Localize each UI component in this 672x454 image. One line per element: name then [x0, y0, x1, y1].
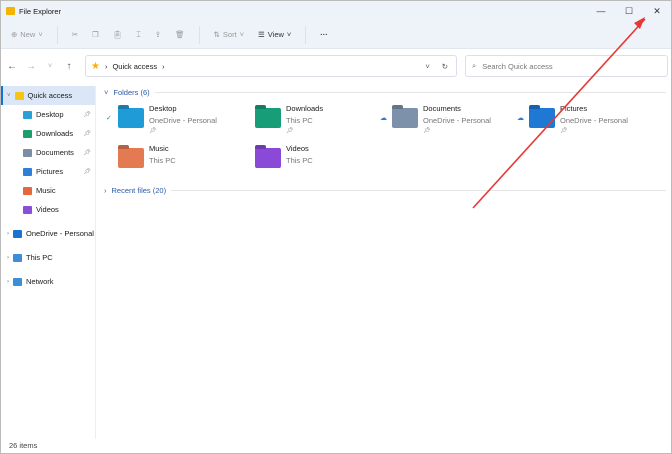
annotation-arrow	[472, 17, 646, 209]
